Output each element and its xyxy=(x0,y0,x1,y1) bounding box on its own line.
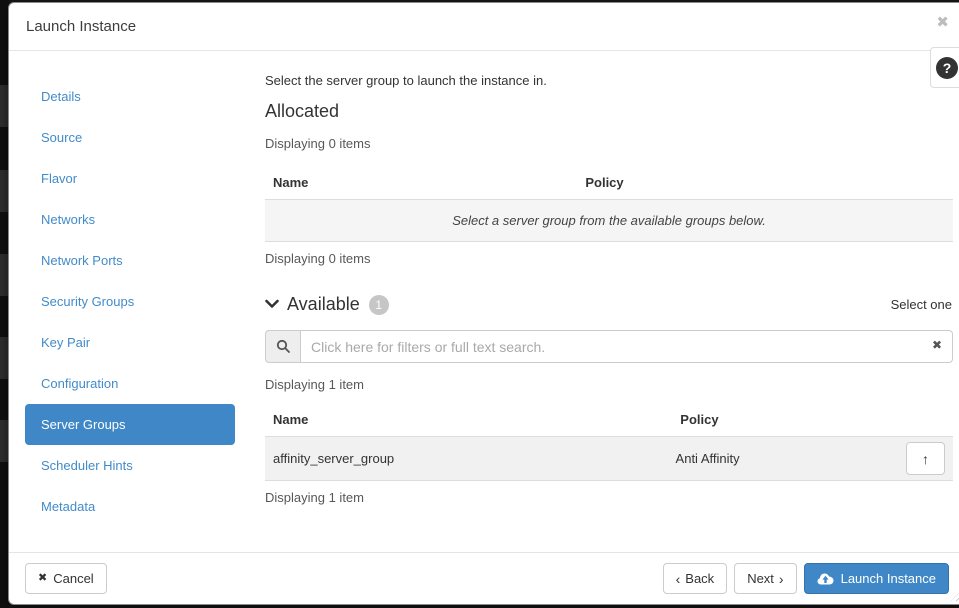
sidebar-item-details[interactable]: Details xyxy=(25,76,235,117)
server-group-policy: Anti Affinity xyxy=(668,451,740,466)
cancel-button[interactable]: ✖ Cancel xyxy=(25,563,107,594)
allocate-button[interactable]: ↑ xyxy=(906,442,945,475)
server-group-name: affinity_server_group xyxy=(265,451,668,466)
available-section-header: Available 1 Select one xyxy=(265,293,953,315)
launch-instance-button[interactable]: Launch Instance xyxy=(804,563,949,594)
select-one-hint: Select one xyxy=(891,297,953,312)
sidebar-item-security-groups[interactable]: Security Groups xyxy=(25,281,235,322)
launch-instance-modal: Launch Instance ✖ ? Details Source Flavo… xyxy=(8,2,959,605)
back-button[interactable]: ‹ Back xyxy=(663,563,728,594)
step-description: Select the server group to launch the in… xyxy=(265,73,953,88)
search-icon xyxy=(276,339,291,354)
next-button[interactable]: Next › xyxy=(734,563,796,594)
column-header-name: Name xyxy=(265,412,672,427)
sidebar-item-source[interactable]: Source xyxy=(25,117,235,158)
sidebar-item-server-groups[interactable]: Server Groups xyxy=(25,404,235,445)
sidebar-item-networks[interactable]: Networks xyxy=(25,199,235,240)
close-icon[interactable]: ✖ xyxy=(936,15,949,30)
help-button[interactable]: ? xyxy=(930,47,959,88)
allocated-table: Name Policy Select a server group from t… xyxy=(265,167,953,242)
available-table-header: Name Policy xyxy=(265,404,953,437)
allocated-empty-message: Select a server group from the available… xyxy=(265,200,953,242)
search-input[interactable] xyxy=(300,330,953,363)
back-label: Back xyxy=(685,571,714,586)
allocated-count-bottom: Displaying 0 items xyxy=(265,251,953,266)
sidebar-item-configuration[interactable]: Configuration xyxy=(25,363,235,404)
wizard-step-nav: Details Source Flavor Networks Network P… xyxy=(25,76,235,527)
filter-search-bar: ✖ xyxy=(265,330,953,363)
allocated-table-header: Name Policy xyxy=(265,167,953,200)
cancel-x-icon: ✖ xyxy=(38,573,47,584)
chevron-right-icon: › xyxy=(779,572,784,586)
column-header-policy: Policy xyxy=(672,412,953,427)
cancel-label: Cancel xyxy=(53,571,93,586)
column-header-policy: Policy xyxy=(577,175,953,190)
chevron-down-icon[interactable] xyxy=(265,297,279,311)
sidebar-item-scheduler-hints[interactable]: Scheduler Hints xyxy=(25,445,235,486)
question-icon: ? xyxy=(936,57,958,79)
available-count-bottom: Displaying 1 item xyxy=(265,490,953,505)
modal-header: Launch Instance ✖ xyxy=(9,3,959,51)
sidebar-item-network-ports[interactable]: Network Ports xyxy=(25,240,235,281)
arrow-up-icon: ↑ xyxy=(922,452,929,466)
available-table: Name Policy affinity_server_group Anti A… xyxy=(265,404,953,481)
column-header-name: Name xyxy=(265,175,577,190)
sidebar-item-metadata[interactable]: Metadata xyxy=(25,486,235,527)
available-count-top: Displaying 1 item xyxy=(265,377,953,392)
launch-instance-label: Launch Instance xyxy=(841,571,936,586)
step-content: Select the server group to launch the in… xyxy=(265,73,953,515)
server-group-row: affinity_server_group Anti Affinity ↑ xyxy=(265,437,953,481)
available-heading: Available xyxy=(287,294,360,315)
allocated-count-top: Displaying 0 items xyxy=(265,136,953,151)
chevron-left-icon: ‹ xyxy=(676,572,681,586)
sidebar-item-key-pair[interactable]: Key Pair xyxy=(25,322,235,363)
allocated-heading: Allocated xyxy=(265,101,953,122)
modal-title: Launch Instance xyxy=(26,18,136,35)
cloud-upload-icon xyxy=(817,572,834,585)
clear-search-icon[interactable]: ✖ xyxy=(932,339,942,351)
modal-footer: ✖ Cancel ‹ Back Next › Launch Instance xyxy=(9,552,959,604)
footer-nav-buttons: ‹ Back Next › Launch Instance xyxy=(663,563,949,594)
search-button[interactable] xyxy=(265,330,300,363)
available-count-badge: 1 xyxy=(369,295,389,315)
sidebar-item-flavor[interactable]: Flavor xyxy=(25,158,235,199)
next-label: Next xyxy=(747,571,774,586)
